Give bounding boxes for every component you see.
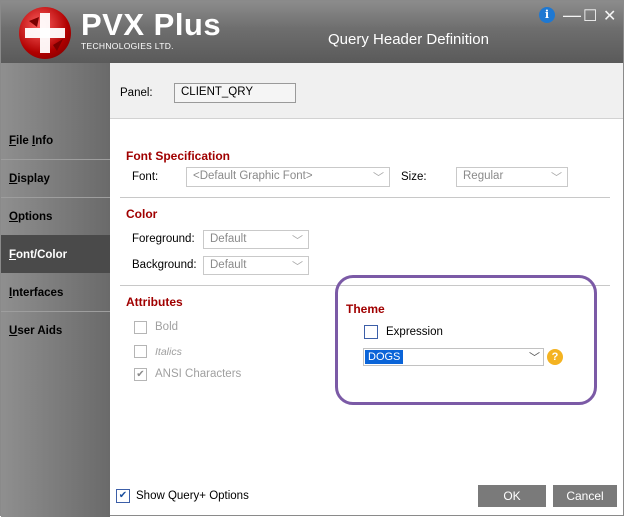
foreground-select-value: Default <box>210 233 247 245</box>
pvx-logo-icon <box>19 7 71 59</box>
size-select[interactable]: Regular ﹀ <box>456 167 568 187</box>
theme-select[interactable]: DOGS ﹀ <box>363 348 544 366</box>
foreground-select[interactable]: Default ﹀ <box>203 230 309 249</box>
sidebar-item-options[interactable]: Options <box>1 197 110 235</box>
sidebar-item-label: F <box>9 249 17 261</box>
italics-checkbox[interactable] <box>134 345 147 358</box>
show-query-label: Show Query+ Options <box>136 490 249 502</box>
theme-select-value: DOGS <box>365 350 404 364</box>
minimize-button[interactable]: — <box>563 5 581 26</box>
info-icon[interactable]: i <box>539 7 555 23</box>
chevron-down-icon: ﹀ <box>373 172 384 184</box>
font-select-value: <Default Graphic Font> <box>193 170 313 182</box>
theme-heading: Theme <box>346 302 385 316</box>
main-content: Panel: CLIENT_QRY Font Specification Fon… <box>110 63 623 515</box>
sidebar-item-font-color[interactable]: Font/Color <box>1 235 111 273</box>
font-label: Font: <box>132 171 159 183</box>
sidebar: File Info Display Options Font/Color Int… <box>1 63 111 517</box>
ansi-checkbox[interactable]: ✔ <box>134 368 147 381</box>
sidebar-item-label: O <box>9 211 18 223</box>
background-label: Background: <box>132 259 197 271</box>
attributes-heading: Attributes <box>126 295 183 309</box>
ok-button[interactable]: OK <box>478 485 546 507</box>
background-select[interactable]: Default ﹀ <box>203 256 309 275</box>
sidebar-item-label: nfo <box>35 135 54 147</box>
foreground-label: Foreground: <box>132 233 195 245</box>
sidebar-item-label: F <box>9 135 17 147</box>
title-bar: PVX Plus TECHNOLOGIES LTD. Query Header … <box>1 1 623 63</box>
bold-checkbox[interactable] <box>134 321 147 334</box>
italics-label: Italics <box>155 346 182 358</box>
chevron-down-icon: ﹀ <box>529 352 540 364</box>
font-select[interactable]: <Default Graphic Font> ﹀ <box>186 167 390 187</box>
sidebar-item-interfaces[interactable]: Interfaces <box>1 273 110 311</box>
chevron-down-icon: ﹀ <box>292 261 303 273</box>
panel-label: Panel: <box>120 87 153 99</box>
section-divider <box>120 197 610 198</box>
show-query-checkbox[interactable]: ✔ <box>116 489 130 503</box>
chevron-down-icon: ﹀ <box>292 235 303 247</box>
sidebar-item-display[interactable]: Display <box>1 159 110 197</box>
help-speech-icon[interactable]: ? <box>547 349 563 365</box>
sidebar-item-label: ptions <box>17 211 53 223</box>
chevron-down-icon: ﹀ <box>551 172 562 184</box>
background-select-value: Default <box>210 259 247 271</box>
sidebar-item-label: ile <box>16 135 33 147</box>
font-spec-heading: Font Specification <box>126 149 231 163</box>
panel-bar: Panel: CLIENT_QRY <box>110 63 623 119</box>
window-title: Query Header Definition <box>328 31 489 48</box>
sidebar-item-user-aids[interactable]: User Aids <box>1 311 110 349</box>
expression-checkbox[interactable] <box>364 325 378 339</box>
sidebar-item-label: nterfaces <box>12 287 64 299</box>
sidebar-item-label: ser Aids <box>17 325 63 337</box>
size-select-value: Regular <box>463 170 504 182</box>
sidebar-item-label: isplay <box>17 173 50 185</box>
sidebar-item-file-info[interactable]: File Info <box>1 121 110 159</box>
cancel-button[interactable]: Cancel <box>553 485 617 507</box>
ansi-label: ANSI Characters <box>155 368 242 380</box>
panel-field[interactable]: CLIENT_QRY <box>174 83 296 103</box>
bold-label: Bold <box>155 321 179 333</box>
maximize-button[interactable]: ☐ <box>583 6 597 26</box>
size-label: Size: <box>401 171 427 183</box>
sidebar-item-label: ont/Color <box>16 249 68 261</box>
query-header-window: PVX Plus TECHNOLOGIES LTD. Query Header … <box>0 0 624 517</box>
color-heading: Color <box>126 207 158 221</box>
expression-label: Expression <box>386 326 443 338</box>
theme-highlight-outline <box>335 275 597 405</box>
close-button[interactable]: ✕ <box>603 6 616 26</box>
brand-name: PVX Plus <box>81 7 222 42</box>
brand-subtitle: TECHNOLOGIES LTD. <box>81 41 174 51</box>
